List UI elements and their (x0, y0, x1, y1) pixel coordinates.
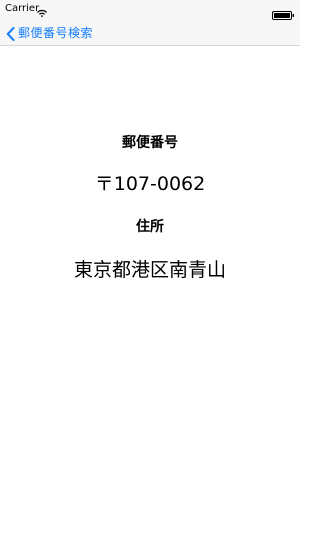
navigation-bar: 郵便番号検索 (0, 20, 300, 46)
postal-code-label: 郵便番号 (122, 135, 178, 151)
result-content: 郵便番号 〒107-0062 住所 東京都港区南青山 (0, 46, 300, 533)
battery-icon (272, 5, 295, 20)
status-bar: Carrier (0, 0, 300, 20)
address-value: 東京都港区南青山 (73, 259, 226, 281)
chevron-left-icon (6, 26, 15, 41)
postal-code-value: 〒107-0062 (94, 173, 206, 195)
wifi-icon (37, 3, 47, 18)
address-label: 住所 (136, 219, 164, 235)
back-button[interactable]: 郵便番号検索 (6, 20, 93, 45)
carrier-label: Carrier (5, 3, 40, 14)
back-button-label: 郵便番号検索 (18, 25, 94, 40)
